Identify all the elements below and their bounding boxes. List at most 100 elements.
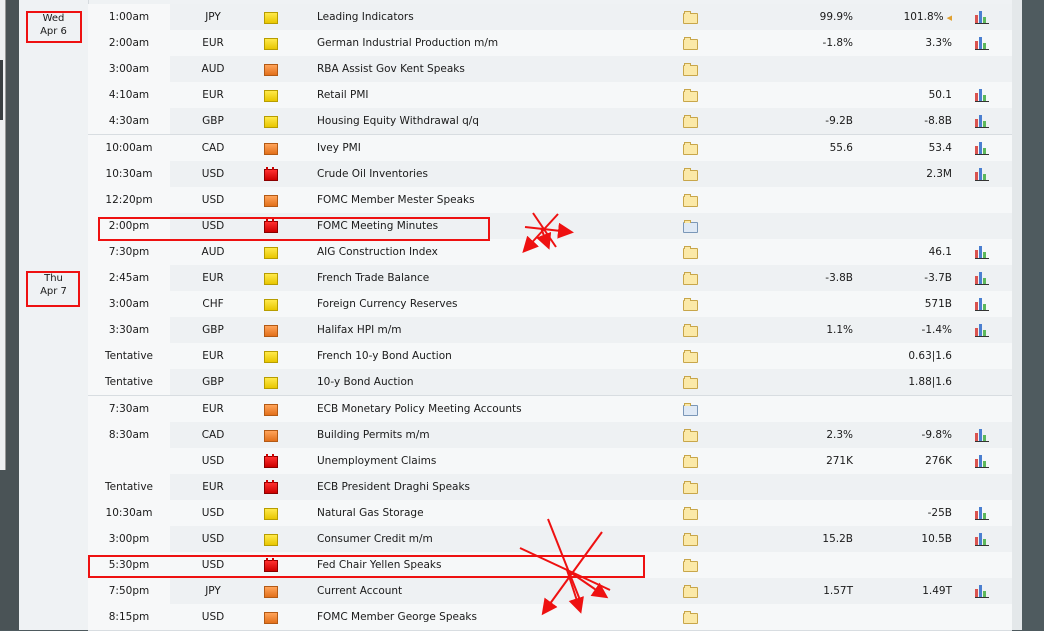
bar-chart-icon[interactable] xyxy=(975,584,989,598)
detail-icon[interactable] xyxy=(683,604,698,630)
table-row[interactable]: 3:00am CHF Foreign Currency Reserves 571B xyxy=(88,291,1012,318)
event-title[interactable]: French 10-y Bond Auction xyxy=(317,343,452,369)
folder-icon[interactable] xyxy=(683,350,698,363)
chart-icon[interactable] xyxy=(975,239,991,265)
detail-icon[interactable] xyxy=(683,369,698,395)
chart-icon[interactable] xyxy=(975,291,991,317)
event-title[interactable]: ECB Monetary Policy Meeting Accounts xyxy=(317,396,522,422)
table-row[interactable]: 3:00am AUD RBA Assist Gov Kent Speaks xyxy=(88,56,1012,83)
table-row[interactable]: 4:30am GBP Housing Equity Withdrawal q/q -9… xyxy=(88,108,1012,135)
table-row[interactable]: 1:00am JPY Leading Indicators 99.9% 101.8% ◀ xyxy=(88,4,1012,31)
bar-chart-icon[interactable] xyxy=(975,114,989,128)
right-scroll-track[interactable] xyxy=(1012,0,1022,630)
chart-icon[interactable] xyxy=(975,4,991,30)
event-title[interactable]: Foreign Currency Reserves xyxy=(317,291,458,317)
folder-icon[interactable] xyxy=(683,455,698,468)
table-row[interactable]: 8:15pm USD FOMC Member George Speaks xyxy=(88,604,1012,631)
folder-icon[interactable] xyxy=(683,507,698,520)
event-title[interactable]: Retail PMI xyxy=(317,82,369,108)
detail-icon[interactable] xyxy=(683,108,698,134)
detail-icon[interactable] xyxy=(683,422,698,448)
detail-icon[interactable] xyxy=(683,213,698,239)
bar-chart-icon[interactable] xyxy=(975,271,989,285)
folder-icon[interactable] xyxy=(683,194,698,207)
table-row[interactable]: 8:30am CAD Building Permits m/m 2.3% -9.8% xyxy=(88,422,1012,449)
event-title[interactable]: AIG Construction Index xyxy=(317,239,438,265)
folder-icon[interactable] xyxy=(683,429,698,442)
folder-icon[interactable] xyxy=(683,272,698,285)
folder-icon[interactable] xyxy=(683,115,698,128)
bar-chart-icon[interactable] xyxy=(975,297,989,311)
table-row[interactable]: 3:30am GBP Halifax HPI m/m 1.1% -1.4% xyxy=(88,317,1012,344)
event-title[interactable]: Ivey PMI xyxy=(317,135,361,161)
detail-icon[interactable] xyxy=(683,161,698,187)
detail-icon[interactable] xyxy=(683,578,698,604)
detail-icon[interactable] xyxy=(683,265,698,291)
table-row[interactable]: USD Unemployment Claims 271K 276K xyxy=(88,448,1012,475)
folder-icon[interactable] xyxy=(683,11,698,24)
table-row[interactable]: Tentative EUR French 10-y Bond Auction 0.63… xyxy=(88,343,1012,370)
detail-icon[interactable] xyxy=(683,56,698,82)
detail-icon[interactable] xyxy=(683,135,698,161)
bar-chart-icon[interactable] xyxy=(975,167,989,181)
detail-icon[interactable] xyxy=(683,82,698,108)
table-row[interactable]: 7:30pm AUD AIG Construction Index 46.1 xyxy=(88,239,1012,266)
folder-icon[interactable] xyxy=(683,142,698,155)
folder-icon[interactable] xyxy=(683,585,698,598)
table-row[interactable]: Tentative EUR ECB President Draghi Speaks xyxy=(88,474,1012,501)
chart-icon[interactable] xyxy=(975,265,991,291)
bar-chart-icon[interactable] xyxy=(975,245,989,259)
folder-icon[interactable] xyxy=(683,559,698,572)
detail-icon[interactable] xyxy=(683,396,698,422)
detail-icon[interactable] xyxy=(683,552,698,578)
table-row[interactable]: 10:30am USD Crude Oil Inventories 2.3M xyxy=(88,161,1012,188)
table-row[interactable]: 4:10am EUR Retail PMI 50.1 xyxy=(88,82,1012,109)
bar-chart-icon[interactable] xyxy=(975,10,989,24)
event-title[interactable]: FOMC Member George Speaks xyxy=(317,604,477,630)
folder-icon[interactable] xyxy=(683,246,698,259)
chart-icon[interactable] xyxy=(975,161,991,187)
event-title[interactable]: RBA Assist Gov Kent Speaks xyxy=(317,56,465,82)
folder-icon[interactable] xyxy=(683,611,698,624)
chart-icon[interactable] xyxy=(975,317,991,343)
table-row[interactable]: 2:45am EUR French Trade Balance -3.8B -3.7B xyxy=(88,265,1012,292)
event-title[interactable]: Consumer Credit m/m xyxy=(317,526,433,552)
table-row[interactable]: 10:30am USD Natural Gas Storage -25B xyxy=(88,500,1012,527)
detail-icon[interactable] xyxy=(683,291,698,317)
bar-chart-icon[interactable] xyxy=(975,141,989,155)
detail-icon[interactable] xyxy=(683,317,698,343)
bar-chart-icon[interactable] xyxy=(975,88,989,102)
bar-chart-icon[interactable] xyxy=(975,428,989,442)
chart-icon[interactable] xyxy=(975,135,991,161)
detail-icon[interactable] xyxy=(683,474,698,500)
chart-icon[interactable] xyxy=(975,422,991,448)
folder-icon[interactable] xyxy=(683,63,698,76)
table-row[interactable]: 3:00pm USD Consumer Credit m/m 15.2B 10.5B xyxy=(88,526,1012,553)
bar-chart-icon[interactable] xyxy=(975,36,989,50)
folder-icon[interactable] xyxy=(683,533,698,546)
detail-icon[interactable] xyxy=(683,187,698,213)
event-title[interactable]: German Industrial Production m/m xyxy=(317,30,498,56)
chart-icon[interactable] xyxy=(975,526,991,552)
folder-icon[interactable] xyxy=(683,89,698,102)
table-row[interactable]: 7:50pm JPY Current Account 1.57T 1.49T xyxy=(88,578,1012,605)
event-title[interactable]: Unemployment Claims xyxy=(317,448,436,474)
event-title[interactable]: Halifax HPI m/m xyxy=(317,317,402,343)
event-title[interactable]: Housing Equity Withdrawal q/q xyxy=(317,108,479,134)
bar-chart-icon[interactable] xyxy=(975,323,989,337)
folder-icon[interactable] xyxy=(683,298,698,311)
event-title[interactable]: FOMC Member Mester Speaks xyxy=(317,187,475,213)
folder-icon[interactable] xyxy=(683,168,698,181)
chart-icon[interactable] xyxy=(975,108,991,134)
chart-icon[interactable] xyxy=(975,30,991,56)
table-row[interactable]: Tentative GBP 10-y Bond Auction 1.88|1.6 xyxy=(88,369,1012,396)
detail-icon[interactable] xyxy=(683,343,698,369)
detail-icon[interactable] xyxy=(683,500,698,526)
detail-icon[interactable] xyxy=(683,4,698,30)
event-title[interactable]: Leading Indicators xyxy=(317,4,414,30)
detail-icon[interactable] xyxy=(683,526,698,552)
folder-icon[interactable] xyxy=(683,481,698,494)
bar-chart-icon[interactable] xyxy=(975,506,989,520)
folder-icon[interactable] xyxy=(683,324,698,337)
detail-icon[interactable] xyxy=(683,448,698,474)
